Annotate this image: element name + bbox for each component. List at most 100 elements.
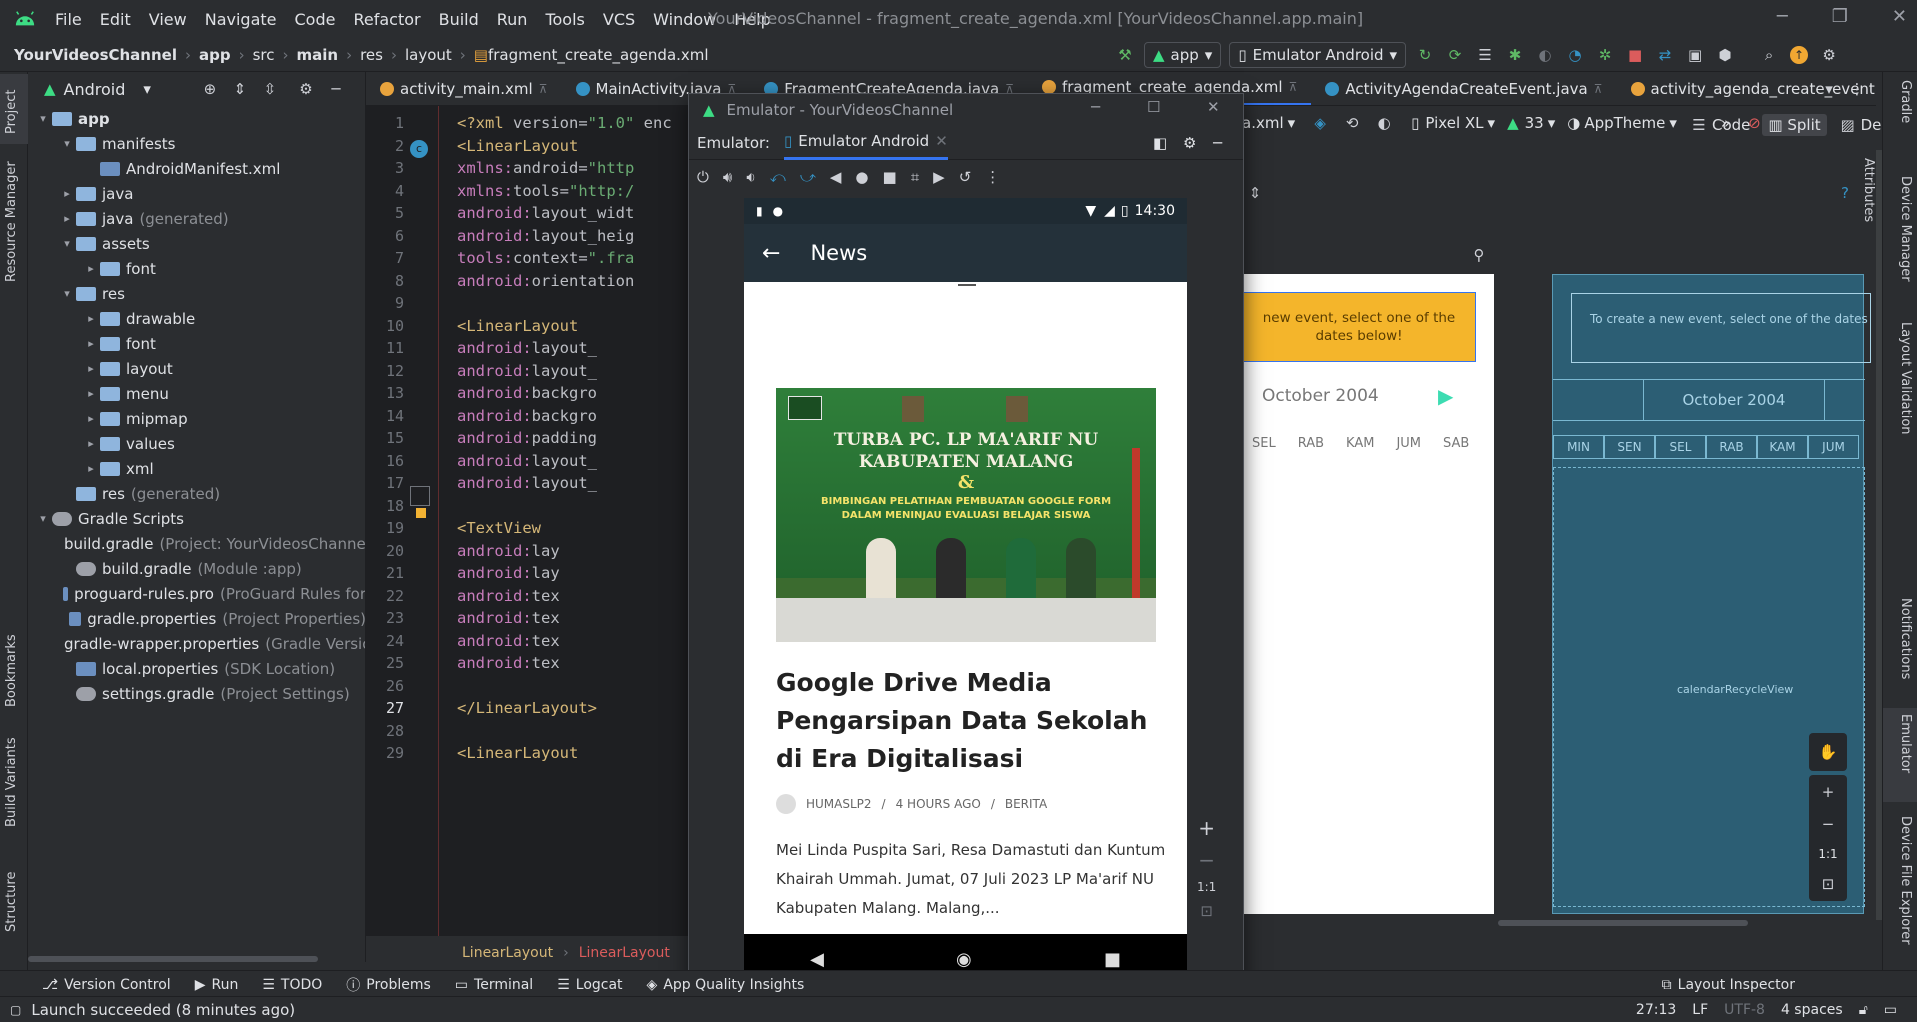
chevron-right-icon[interactable]: ▸	[58, 187, 76, 200]
zoom-out-icon[interactable]: −	[1198, 848, 1215, 872]
tree-item[interactable]: proguard-rules.pro (ProGuard Rules for	[28, 581, 365, 606]
layers-icon[interactable]: ◈	[1309, 112, 1331, 134]
code-line[interactable]: android:layout_	[457, 452, 597, 470]
gear-icon[interactable]: ⚙	[1183, 134, 1196, 152]
minimize-icon[interactable]: ─	[1091, 98, 1100, 116]
menu-item[interactable]: File	[46, 10, 91, 29]
breadcrumb-item[interactable]: main	[297, 46, 339, 64]
bottom-tool-button[interactable]: ⎇ Version Control	[30, 977, 183, 993]
status-toggle-icon[interactable]: ▢	[10, 1003, 21, 1017]
home-icon[interactable]: ●	[855, 168, 868, 186]
code-line[interactable]: xmlns:tools="http:/	[457, 182, 634, 200]
hide-icon[interactable]: ─	[1213, 134, 1222, 152]
wrench-icon[interactable]: ⚲	[1468, 244, 1490, 266]
build-variants-tool-button[interactable]: Build Variants	[4, 737, 19, 827]
hide-panel-icon[interactable]: ─	[325, 78, 347, 100]
chevron-right-icon[interactable]: ▸	[82, 262, 100, 275]
chevron-right-icon[interactable]: ▸	[82, 462, 100, 475]
tree-item[interactable]: ▸ xml	[28, 456, 365, 481]
layout-validation-tool-button[interactable]: Layout Validation	[1898, 322, 1913, 435]
tree-item[interactable]: ▸ layout	[28, 356, 365, 381]
pin-icon[interactable]: ⊼	[1289, 80, 1298, 94]
file-select[interactable]: a.xml	[1242, 114, 1284, 132]
code-line[interactable]: android:tex	[457, 587, 560, 605]
tree-item[interactable]: ▸ java (generated)	[28, 206, 365, 231]
device-manager-tool-button[interactable]: Device Manager	[1898, 176, 1913, 282]
preview-banner[interactable]: new event, select one of the dates below…	[1242, 292, 1476, 362]
code-line[interactable]: android:tex	[457, 609, 560, 627]
article-category[interactable]: BERITA	[1005, 797, 1047, 811]
window-mode-icon[interactable]: ◧	[1153, 134, 1167, 152]
debug-icon[interactable]: ✱	[1504, 44, 1526, 66]
split-view-button[interactable]: ▥ Split	[1762, 114, 1827, 136]
volume-up-icon[interactable]: 🔊︎	[723, 168, 732, 186]
bottom-tool-button[interactable]: ☰ TODO	[250, 977, 334, 993]
tree-item[interactable]: res (generated)	[28, 481, 365, 506]
breadcrumb-item[interactable]: YourVideosChannel	[14, 46, 177, 64]
bottom-tool-button[interactable]: ☰ Logcat	[545, 977, 634, 993]
chevron-down-icon[interactable]: ▾	[1669, 114, 1677, 132]
collapse-all-icon[interactable]: ⇳	[259, 78, 281, 100]
project-view-select[interactable]: Android	[64, 80, 126, 99]
chevron-right-icon[interactable]: ▸	[82, 437, 100, 450]
chevron-down-icon[interactable]: ▾	[143, 80, 151, 98]
code-line[interactable]: android:padding	[457, 429, 597, 447]
back-arrow-icon[interactable]: ←	[762, 241, 780, 266]
tree-item[interactable]: settings.gradle (Project Settings)	[28, 681, 365, 706]
breadcrumb-item[interactable]: layout	[405, 46, 452, 64]
horizontal-scrollbar[interactable]	[1498, 920, 1748, 926]
emulator-tool-button[interactable]: Emulator	[1898, 714, 1913, 773]
tree-item[interactable]: AndroidManifest.xml	[28, 156, 365, 181]
device-manager-icon[interactable]: ▣	[1684, 44, 1706, 66]
list-icon[interactable]: ☰	[1474, 44, 1496, 66]
attributes-tool-button[interactable]: Attributes	[1861, 158, 1876, 222]
tree-item[interactable]: local.properties (SDK Location)	[28, 656, 365, 681]
rotate-left-icon[interactable]: ⤺	[770, 168, 786, 186]
menu-item[interactable]: Tools	[536, 10, 593, 29]
settings-icon[interactable]: ⚙	[1818, 44, 1840, 66]
back-icon[interactable]: ◀	[810, 949, 824, 970]
article-author[interactable]: HUMASLP2	[806, 797, 872, 811]
menu-item[interactable]: Run	[488, 10, 537, 29]
theme-select[interactable]: AppTheme	[1584, 114, 1665, 132]
code-line[interactable]: android:tex	[457, 632, 560, 650]
code-line[interactable]: xmlns:android="http	[457, 159, 634, 177]
hammer-icon[interactable]: ⚒	[1114, 44, 1136, 66]
chevron-right-icon[interactable]: ▸	[82, 362, 100, 375]
volume-down-icon[interactable]: 🔉︎	[746, 168, 755, 186]
attach-debugger-icon[interactable]: ◐	[1534, 44, 1556, 66]
pan-arrows-icon[interactable]: ⇕	[1244, 182, 1266, 204]
resource-manager-tool-button[interactable]: Resource Manager	[4, 161, 19, 282]
caret-position[interactable]: 27:13	[1636, 1002, 1676, 1018]
menu-item[interactable]: Code	[286, 10, 345, 29]
chevron-down-icon[interactable]: ▾	[58, 137, 76, 150]
bottom-tool-button[interactable]: ◈ App Quality Insights	[635, 977, 817, 993]
orientation-icon[interactable]: ⟲	[1341, 112, 1363, 134]
code-line[interactable]: <?xml version="1.0" enc	[457, 114, 672, 132]
code-line[interactable]: android:lay	[457, 542, 560, 560]
more-icon[interactable]: ⋮	[1846, 78, 1868, 100]
hand-pan-icon[interactable]: ✋	[1813, 737, 1843, 767]
tree-item[interactable]: gradle.properties (Project Properties)	[28, 606, 365, 631]
blueprint-banner[interactable]: To create a new event, select one of the…	[1571, 293, 1871, 363]
menu-item[interactable]: View	[140, 10, 196, 29]
file-encoding[interactable]: UTF-8	[1724, 1002, 1765, 1018]
code-line[interactable]: android:orientation	[457, 272, 634, 290]
device-select[interactable]: ▯ Emulator Android ▾	[1229, 42, 1407, 68]
snapshot-icon[interactable]: ↺	[959, 168, 972, 186]
more-icon[interactable]: ⋮	[985, 168, 1000, 186]
tree-item[interactable]: ▸ drawable	[28, 306, 365, 331]
stop-icon[interactable]: ■	[1624, 44, 1646, 66]
tree-item[interactable]: ▸ font	[28, 256, 365, 281]
chevron-down-icon[interactable]: ▾	[1288, 114, 1296, 132]
chevron-down-icon[interactable]: ▾	[58, 237, 76, 250]
chevron-right-icon[interactable]: ▸	[82, 412, 100, 425]
menu-item[interactable]: Navigate	[196, 10, 286, 29]
tree-item[interactable]: ▸ mipmap	[28, 406, 365, 431]
tree-item[interactable]: ▸ font	[28, 331, 365, 356]
code-line[interactable]: <LinearLayout	[457, 317, 578, 335]
menu-item[interactable]: Refactor	[344, 10, 429, 29]
tree-item[interactable]: ▸ values	[28, 431, 365, 456]
maximize-icon[interactable]: ☐	[1147, 98, 1160, 116]
color-swatch-icon[interactable]	[416, 508, 426, 518]
